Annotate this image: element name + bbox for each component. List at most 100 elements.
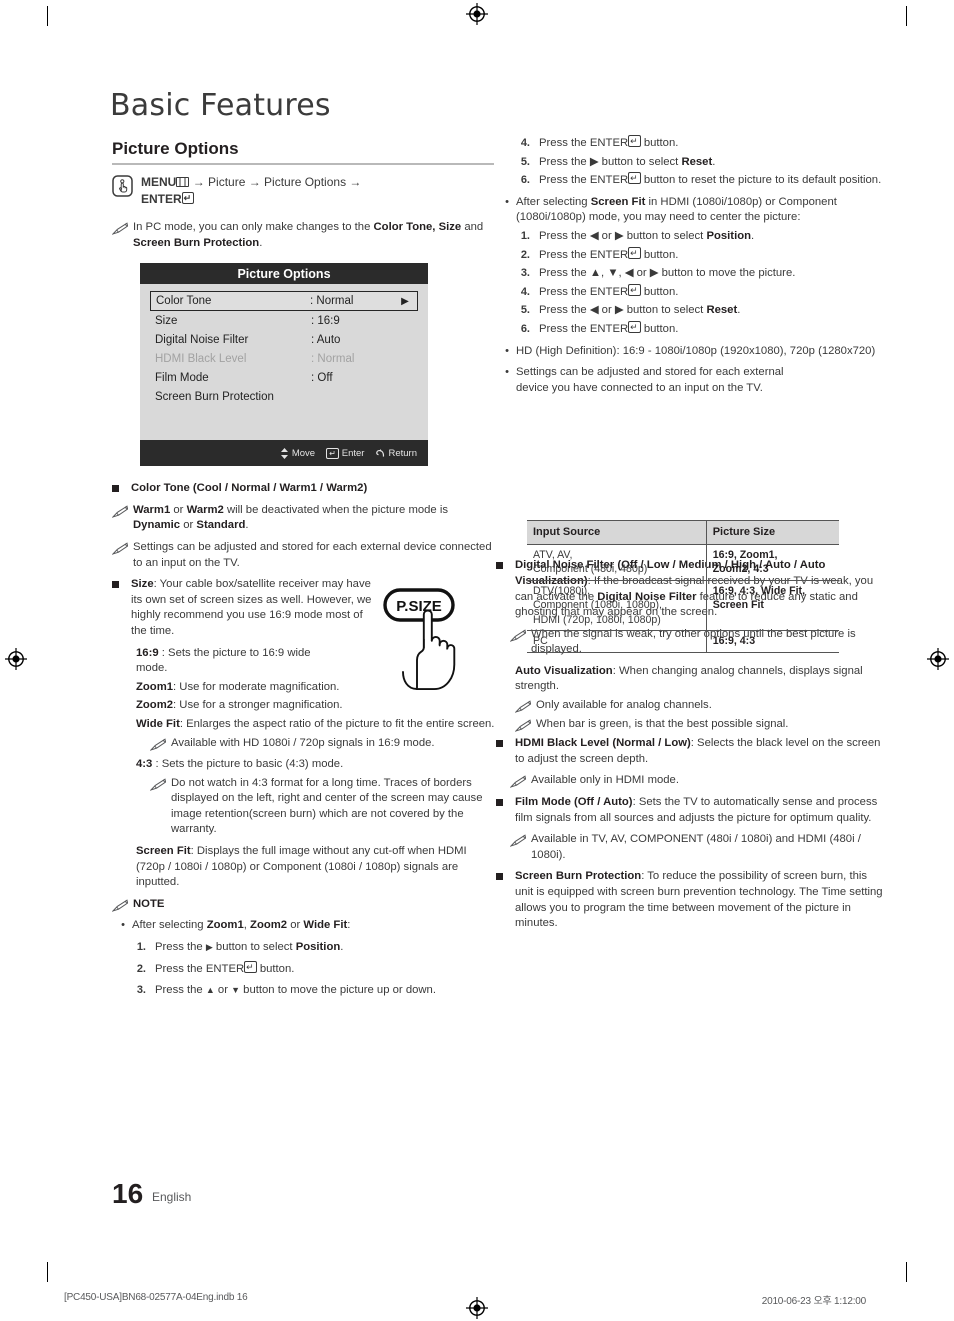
menu-path-line2: ENTER bbox=[141, 192, 182, 206]
note-bullet-text-a: After selecting bbox=[132, 919, 207, 932]
table-header-row: Input Source Picture Size bbox=[527, 520, 839, 545]
right-step-b-6: 6. Press the ENTER ↵ button. bbox=[496, 320, 888, 338]
down-arrow-icon: ▼ bbox=[231, 985, 241, 996]
bullet-screenfit-a: After selecting bbox=[516, 195, 591, 208]
up-arrow-icon: ▲ bbox=[205, 985, 215, 996]
crop-mark-top-left bbox=[47, 6, 48, 26]
osd-hint-enter-label: Enter bbox=[341, 447, 365, 459]
ratio-43-text: : Sets the picture to basic (4:3) mode. bbox=[152, 758, 344, 771]
osd-label: HDMI Black Level bbox=[155, 352, 247, 365]
settings-note-row: Settings can be adjusted and stored for … bbox=[111, 540, 496, 571]
film-note-text: Available in TV, AV, COMPONENT (480i / 1… bbox=[531, 833, 861, 861]
osd-label: Screen Burn Protection bbox=[155, 390, 274, 403]
film-note-row: Available in TV, AV, COMPONENT (480i / 1… bbox=[496, 832, 888, 863]
size-label: Size bbox=[131, 578, 154, 591]
step-number: 6. bbox=[520, 174, 530, 187]
osd-row-size[interactable]: Size : 16:9 bbox=[150, 311, 418, 330]
enter-key-icon: ↵ bbox=[628, 320, 641, 333]
step-text-post: button. bbox=[640, 248, 679, 261]
color-tone-heading: Color Tone (Cool / Normal / Warm1 / Warm… bbox=[131, 482, 368, 495]
zoom1-label: Zoom1 bbox=[136, 680, 174, 693]
warm-note-text-1: or bbox=[170, 503, 187, 516]
note-bullet-text-g: : bbox=[347, 919, 351, 932]
step-text-pre: Press the ▲, ▼, ◀ or ▶ button to move th… bbox=[539, 267, 796, 280]
registration-mark-bottom bbox=[466, 1297, 488, 1319]
osd-label: Color Tone bbox=[156, 295, 212, 307]
pencil-note-icon bbox=[111, 899, 129, 912]
step-number: 6. bbox=[520, 322, 530, 335]
table-cell-size: 16:9, Zoom1, Zoom2, 4:3 bbox=[705, 543, 839, 581]
widefit-text: : Enlarges the aspect ratio of the pictu… bbox=[179, 717, 495, 730]
osd-footer-hints: Move ↵ Enter Return bbox=[140, 440, 428, 466]
widefit-option: Wide Fit: Enlarges the aspect ratio of t… bbox=[136, 717, 496, 733]
note-heading-row: NOTE bbox=[111, 897, 496, 913]
step-text-post: . bbox=[751, 229, 755, 242]
note-bullet-bold-widefit: Wide Fit bbox=[303, 919, 348, 932]
osd-row-screen-burn-protection[interactable]: Screen Burn Protection bbox=[150, 387, 418, 406]
warm-note-bold-3: Dynamic bbox=[133, 519, 181, 532]
osd-hint-enter: ↵ Enter bbox=[326, 447, 365, 459]
right-step-b-3: 3. Press the ▲, ▼, ◀ or ▶ button to move… bbox=[496, 266, 888, 282]
note-pc-mode-bold-2: Screen Burn Protection bbox=[133, 236, 260, 249]
zoom1-text: : Use for moderate magnification. bbox=[173, 680, 340, 693]
av-note-1-text: Only available for analog channels. bbox=[536, 699, 712, 712]
enter-key-icon: ↵ bbox=[628, 135, 641, 147]
step-bold: Position bbox=[706, 229, 752, 242]
warm-note-bold-2: Warm2 bbox=[186, 503, 224, 516]
settings-note-text: Settings can be adjusted and stored for … bbox=[133, 540, 492, 569]
table-cell-source: PC bbox=[527, 630, 707, 653]
screenfit-label: Screen Fit bbox=[136, 845, 191, 858]
right-arrow-icon: ▶ bbox=[205, 942, 213, 953]
hdmi-heading: HDMI Black Level (Normal / Low) bbox=[515, 737, 691, 750]
osd-value: : Normal bbox=[310, 295, 354, 307]
bullet-settings: • Settings can be adjusted and stored fo… bbox=[496, 365, 888, 396]
color-tone-heading-row: Color Tone (Cool / Normal / Warm1 / Warm… bbox=[112, 481, 496, 497]
table-cell-source: DTV(1080i), Component (1080i, 1080p), HD… bbox=[527, 579, 707, 631]
step-text-pre: Press the ◀ or ▶ button to select bbox=[539, 229, 707, 242]
osd-label: Size bbox=[155, 314, 178, 327]
osd-value: : Normal bbox=[311, 352, 355, 365]
pencil-note-icon bbox=[149, 737, 167, 751]
bullet-screenfit-bold: Screen Fit bbox=[590, 195, 646, 208]
bullet-hd-text: HD (High Definition): 16:9 - 1080i/1080p… bbox=[516, 344, 876, 357]
hdmi-note-text: Available only in HDMI mode. bbox=[531, 774, 679, 787]
table-cell-source: ATV, AV, Component (480i, 480p) bbox=[527, 543, 707, 581]
step-number: 3. bbox=[136, 984, 146, 997]
pencil-note-icon bbox=[111, 222, 129, 235]
note-bullet-bold-zoom1: Zoom1 bbox=[206, 919, 244, 932]
bullet-hd: • HD (High Definition): 16:9 - 1080i/108… bbox=[496, 344, 888, 360]
widefit-note-text: Available with HD 1080i / 720p signals i… bbox=[171, 736, 435, 749]
osd-body: Color Tone : Normal ▶ Size : 16:9 Digita… bbox=[140, 284, 428, 440]
osd-row-digital-noise-filter[interactable]: Digital Noise Filter : Auto bbox=[150, 330, 418, 349]
pencil-note-icon bbox=[111, 542, 129, 555]
ratio-169-text: : Sets the picture to 16:9 wide mode. bbox=[136, 646, 311, 675]
registration-mark-top bbox=[466, 3, 488, 25]
osd-row-film-mode[interactable]: Film Mode : Off bbox=[150, 368, 418, 387]
square-bullet-icon bbox=[112, 581, 119, 589]
svg-text:P.SIZE: P.SIZE bbox=[396, 598, 442, 615]
note-pc-mode-text-3: . bbox=[259, 236, 263, 249]
warm-note-bold-4: Standard bbox=[196, 519, 246, 532]
enter-key-icon: ↵ bbox=[244, 960, 257, 973]
return-arrow-icon bbox=[376, 449, 385, 457]
osd-hint-return: Return bbox=[375, 448, 417, 459]
dot-bullet-icon: • bbox=[505, 344, 509, 357]
left-step-1: 1. Press the ▶ button to select Position… bbox=[112, 940, 496, 956]
step-text-pre: Press the ◀ or ▶ button to select bbox=[539, 304, 707, 317]
note-pc-mode-bold-1: Color Tone, Size bbox=[373, 221, 462, 233]
auto-visualization-line: Auto Visualization: When changing analog… bbox=[515, 664, 888, 695]
pencil-note-icon bbox=[111, 505, 129, 518]
step-number: 3. bbox=[520, 267, 530, 280]
pencil-note-icon bbox=[514, 719, 532, 732]
manual-page: Basic Features Picture Options MENU → Pi… bbox=[0, 0, 954, 1321]
osd-row-color-tone[interactable]: Color Tone : Normal ▶ bbox=[150, 291, 418, 311]
note-bullet-zoom: • After selecting Zoom1, Zoom2 or Wide F… bbox=[112, 918, 496, 934]
av-note-1-row: Only available for analog channels. bbox=[514, 698, 888, 714]
step-text-post: button to reset the picture to its defau… bbox=[640, 174, 882, 187]
note-heading: NOTE bbox=[133, 897, 165, 910]
left-step-3: 3. Press the ▲ or ▼ button to move the p… bbox=[112, 983, 496, 999]
table-row: DTV(1080i), Component (1080i, 1080p), HD… bbox=[527, 579, 839, 631]
registration-mark-left bbox=[5, 648, 27, 670]
step-text-pre: Press the ENTER bbox=[539, 174, 629, 187]
right-step-b-1: 1. Press the ◀ or ▶ button to select Pos… bbox=[496, 229, 888, 245]
